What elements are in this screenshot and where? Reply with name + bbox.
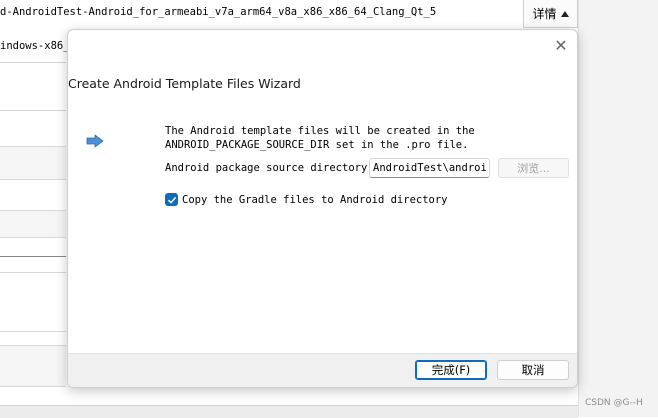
background-kit-text: indows-x86_ xyxy=(0,40,70,52)
background-panel xyxy=(0,272,66,332)
close-icon: ✕ xyxy=(554,36,568,55)
background-separator xyxy=(0,110,66,111)
info-line: The Android template files will be creat… xyxy=(165,125,475,137)
wizard-title: Create Android Template Files Wizard xyxy=(68,76,301,91)
package-dir-label: Android package source directory: xyxy=(165,162,374,174)
dialog-footer: 完成(F) 取消 xyxy=(68,353,577,387)
background-right-panel xyxy=(578,0,658,417)
watermark: CSDN @G--H xyxy=(585,398,643,408)
wizard-dialog: ✕ Create Android Template Files Wizard T… xyxy=(67,29,578,388)
background-bottom-bar xyxy=(0,405,578,418)
copy-gradle-label: Copy the Gradle files to Android directo… xyxy=(182,194,448,206)
background-separator xyxy=(0,62,66,63)
background-panel xyxy=(0,210,66,238)
package-dir-input[interactable] xyxy=(369,158,490,178)
details-button[interactable]: 详情 xyxy=(523,0,578,28)
background-build-path: d-AndroidTest-Android_for_armeabi_v7a_ar… xyxy=(0,6,437,18)
finish-button[interactable]: 完成(F) xyxy=(415,360,487,380)
info-text: The Android template files will be creat… xyxy=(165,124,475,152)
copy-gradle-checkbox[interactable] xyxy=(165,193,178,206)
info-line: ANDROID_PACKAGE_SOURCE_DIR set in the .p… xyxy=(165,139,469,151)
details-label: 详情 xyxy=(532,7,557,21)
browse-button[interactable]: 浏览... xyxy=(498,158,569,178)
background-separator xyxy=(0,256,66,257)
background-panel xyxy=(0,345,66,387)
checkmark-icon xyxy=(167,196,176,204)
background-panel xyxy=(0,146,66,180)
cancel-button[interactable]: 取消 xyxy=(497,360,569,380)
chevron-up-icon xyxy=(560,10,569,17)
arrow-right-icon xyxy=(86,134,104,148)
close-button[interactable]: ✕ xyxy=(551,36,571,56)
